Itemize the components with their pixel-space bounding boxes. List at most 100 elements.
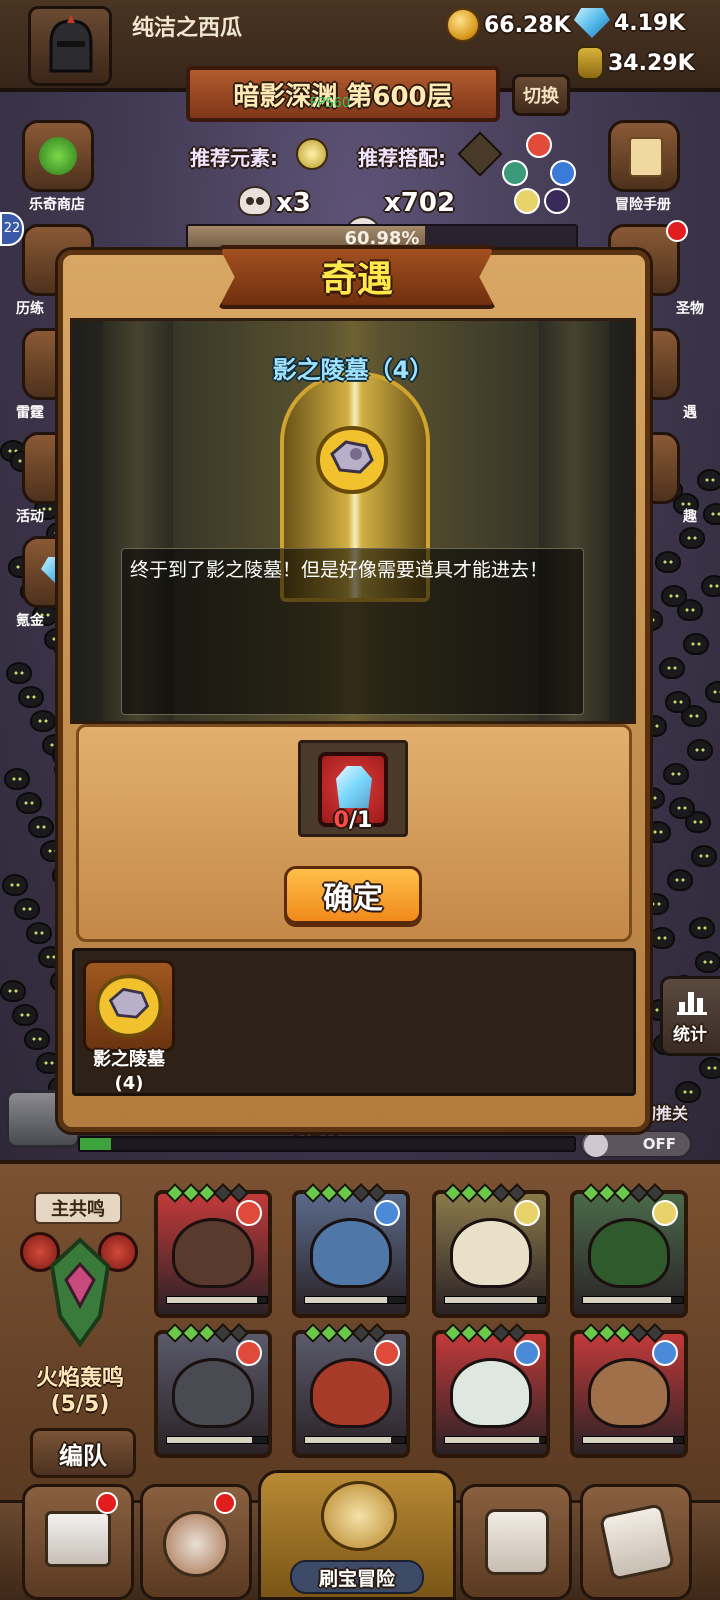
dragon-crest-icon: [49, 1237, 111, 1348]
hero-card[interactable]: [154, 1183, 272, 1318]
hero-card[interactable]: [570, 1323, 688, 1458]
shop-button[interactable]: [22, 120, 94, 192]
enemy-mob: [687, 739, 713, 761]
enemy-mob: [18, 686, 44, 708]
hero-element-icon: [236, 1200, 262, 1226]
event-name: 影之陵墓（4）: [272, 356, 434, 384]
hero-portrait: [450, 1218, 532, 1288]
enemy-mob: [701, 575, 720, 597]
enemy-mob: [691, 845, 717, 867]
stage-progress-fill: [80, 1138, 111, 1150]
hero-element-icon: [652, 1200, 678, 1226]
potion-counter[interactable]: 34.29K: [576, 46, 695, 80]
enemy-mob: [705, 681, 720, 703]
stats-label: 统计: [673, 1025, 707, 1045]
enemy-mob: [661, 585, 687, 607]
backpack-icon: [485, 1509, 549, 1575]
hero-card[interactable]: [432, 1323, 550, 1458]
enemy-mob: [663, 763, 689, 785]
hero-card[interactable]: [292, 1183, 410, 1318]
hero-star-rank: [165, 1323, 249, 1343]
side-label-trial: 历练: [16, 301, 44, 317]
side-label-event: 活动: [16, 509, 44, 525]
potion-amount: 34.29K: [608, 50, 695, 76]
adventure-handbook-button[interactable]: [608, 120, 680, 192]
relic-notification-dot: [666, 220, 688, 242]
hero-portrait-icon: [163, 1511, 229, 1577]
hero-star-rank: [443, 1183, 527, 1203]
owned-count: 0: [333, 808, 349, 833]
hero-portrait: [310, 1358, 392, 1428]
hero-card[interactable]: [292, 1323, 410, 1458]
history-item-level: (4): [114, 1073, 144, 1094]
switch-stage-button[interactable]: 切换: [512, 74, 570, 116]
enemy-mob: [689, 917, 715, 939]
hero-star-rank: [303, 1183, 387, 1203]
required-item-count: 0/1: [298, 808, 408, 833]
hero-element-icon: [514, 1200, 540, 1226]
hero-hp-bar: [444, 1436, 546, 1444]
confirm-button[interactable]: 确定: [284, 866, 422, 924]
history-item-label: 影之陵墓 (4): [76, 1048, 182, 1096]
enemy-mob: [0, 980, 26, 1002]
nav-backpack-button[interactable]: [460, 1484, 572, 1600]
tomb-emblem-icon: [95, 974, 163, 1038]
side-label-shop: 乐奇商店: [29, 197, 85, 213]
element-wheel-icon[interactable]: [502, 132, 582, 216]
hero-star-rank: [581, 1323, 665, 1343]
hero-element-icon: [652, 1340, 678, 1366]
nav-hero-notification-dot: [214, 1492, 236, 1514]
hero-card[interactable]: [432, 1183, 550, 1318]
hero-hp-bar: [582, 1296, 684, 1304]
hero-star-rank: [303, 1323, 387, 1343]
gold-counter[interactable]: 66.28K: [446, 8, 571, 42]
hero-star-rank: [443, 1323, 527, 1343]
needed-count: /1: [348, 808, 373, 833]
player-avatar[interactable]: [28, 6, 112, 86]
hero-hp-bar: [166, 1296, 268, 1304]
enemy-mob: [28, 816, 54, 838]
hero-portrait: [172, 1358, 254, 1428]
nav-forge-button[interactable]: [580, 1484, 692, 1600]
enemy-mob: [665, 691, 691, 713]
boss-count: x3: [276, 188, 311, 218]
formation-button[interactable]: 编队: [30, 1428, 136, 1478]
enemy-mob: [30, 710, 56, 732]
enemy-mob: [695, 951, 720, 973]
hero-hp-bar: [166, 1436, 268, 1444]
enemy-mob: [649, 927, 675, 949]
hero-hp-bar: [304, 1436, 406, 1444]
fps-counter: FPS60: [310, 96, 351, 111]
recommended-combo-label: 推荐搭配:: [358, 146, 446, 170]
history-item-name: 影之陵墓: [93, 1049, 165, 1070]
side-label-fun: 趣: [683, 509, 697, 525]
enemy-mob: [16, 792, 42, 814]
scroll-icon: [629, 137, 663, 177]
side-label-relic: 圣物: [676, 301, 704, 317]
enemy-mob: [667, 869, 693, 891]
hero-star-rank: [165, 1183, 249, 1203]
resonance-name: 火焰轰鸣: [35, 1366, 124, 1391]
hero-hp-bar: [582, 1436, 684, 1444]
side-label-encounter: 遇: [683, 405, 697, 421]
mob-count: x702: [384, 188, 456, 218]
recommended-element-label: 推荐元素:: [190, 146, 278, 170]
gold-coin-icon: [446, 8, 480, 42]
hero-hp-bar: [444, 1296, 546, 1304]
history-item-tomb[interactable]: [83, 960, 175, 1052]
compass-map-icon: [321, 1481, 397, 1551]
enemy-mob: [683, 633, 709, 655]
enemy-mob: [655, 551, 681, 573]
hero-portrait: [588, 1358, 670, 1428]
gem-counter[interactable]: 4.19K: [574, 8, 685, 38]
enemy-mob: [6, 662, 32, 684]
light-element-icon: [296, 138, 328, 170]
player-name: 纯洁之西瓜: [132, 16, 243, 41]
hero-card[interactable]: [570, 1183, 688, 1318]
event-story-text: 终于到了影之陵墓！但是好像需要道具才能进去！: [121, 548, 584, 715]
hero-card[interactable]: [154, 1323, 272, 1458]
knight-helmet-icon: [49, 15, 93, 73]
hero-element-icon: [374, 1200, 400, 1226]
enemy-mob: [697, 469, 720, 491]
auto-push-toggle[interactable]: OFF: [580, 1130, 692, 1158]
